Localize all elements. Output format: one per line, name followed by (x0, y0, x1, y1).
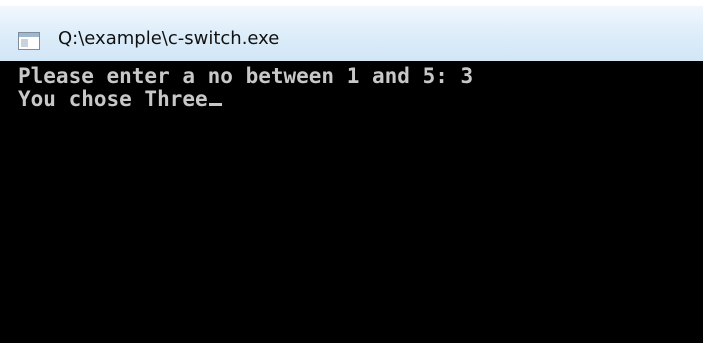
console-line: Please enter a no between 1 and 5: 3 (18, 65, 473, 88)
console-window: Q:\example\c-switch.exe Please enter a n… (0, 0, 712, 343)
title-bar[interactable]: Q:\example\c-switch.exe (0, 6, 703, 61)
console-output-area[interactable]: Please enter a no between 1 and 5: 3 You… (0, 61, 703, 343)
window-title: Q:\example\c-switch.exe (58, 28, 280, 49)
text-cursor (208, 103, 222, 106)
console-app-icon[interactable] (18, 32, 40, 50)
console-line-text: Please enter a no between 1 and 5: 3 (18, 64, 474, 88)
right-edge (703, 6, 712, 343)
console-line-text: You chose Three (18, 87, 208, 111)
console-line: You chose Three (18, 88, 222, 111)
